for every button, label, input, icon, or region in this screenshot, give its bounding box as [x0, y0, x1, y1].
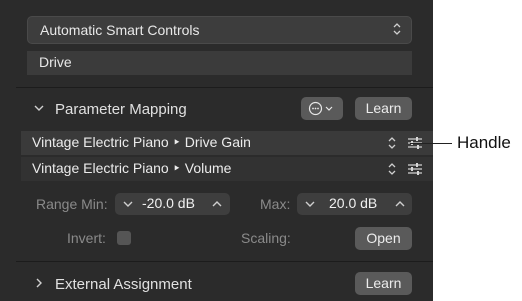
chevron-up-icon[interactable]	[210, 197, 224, 211]
parameter-mapping-title: Parameter Mapping	[55, 101, 187, 118]
invert-label: Invert:	[67, 230, 106, 246]
ellipsis-circle-icon	[308, 101, 333, 116]
range-min-label: Range Min:	[36, 196, 108, 212]
external-assignment-title: External Assignment	[55, 276, 192, 293]
smart-controls-popup-label: Automatic Smart Controls	[40, 22, 200, 38]
mapping-options-button[interactable]	[301, 97, 343, 120]
chevron-right-icon[interactable]	[33, 277, 45, 289]
smart-controls-popup[interactable]: Automatic Smart Controls	[27, 16, 412, 44]
handle-callout-line	[410, 143, 452, 144]
handle-callout-label: Handle	[457, 133, 511, 152]
updown-chevron-icon[interactable]	[387, 135, 397, 151]
mapping-row-label: Vintage Electric Piano ‣ Volume	[32, 160, 232, 176]
scaling-open-button[interactable]: Open	[355, 227, 412, 250]
range-max-label: Max:	[260, 196, 291, 212]
invert-checkbox[interactable]	[117, 231, 131, 245]
updown-chevron-icon[interactable]	[387, 161, 397, 177]
mapping-row-volume[interactable]: Vintage Electric Piano ‣ Volume	[21, 157, 433, 181]
chevron-up-icon[interactable]	[393, 197, 407, 211]
mapping-learn-button[interactable]: Learn	[355, 97, 412, 120]
chevron-down-icon[interactable]	[33, 102, 45, 114]
range-max-stepper[interactable]: 20.0 dB	[297, 193, 412, 215]
range-min-value: -20.0 dB	[142, 195, 195, 211]
scaling-label: Scaling:	[241, 230, 291, 246]
mapping-row-drive-gain[interactable]: Vintage Electric Piano ‣ Drive Gain	[21, 131, 433, 155]
chevron-down-icon[interactable]	[303, 197, 317, 211]
section-divider	[16, 87, 433, 88]
smart-controls-inspector: Automatic Smart Controls Drive Parameter…	[0, 0, 433, 301]
range-max-value: 20.0 dB	[329, 195, 378, 211]
updown-chevron-icon	[392, 21, 402, 37]
handle-icon[interactable]	[407, 162, 423, 176]
parameter-name-field[interactable]: Drive	[27, 51, 412, 75]
external-learn-button[interactable]: Learn	[355, 272, 412, 295]
chevron-down-icon[interactable]	[121, 197, 135, 211]
range-min-stepper[interactable]: -20.0 dB	[115, 193, 230, 215]
mapping-row-label: Vintage Electric Piano ‣ Drive Gain	[32, 134, 251, 150]
parameter-name-value: Drive	[39, 54, 72, 70]
section-divider	[16, 261, 433, 262]
